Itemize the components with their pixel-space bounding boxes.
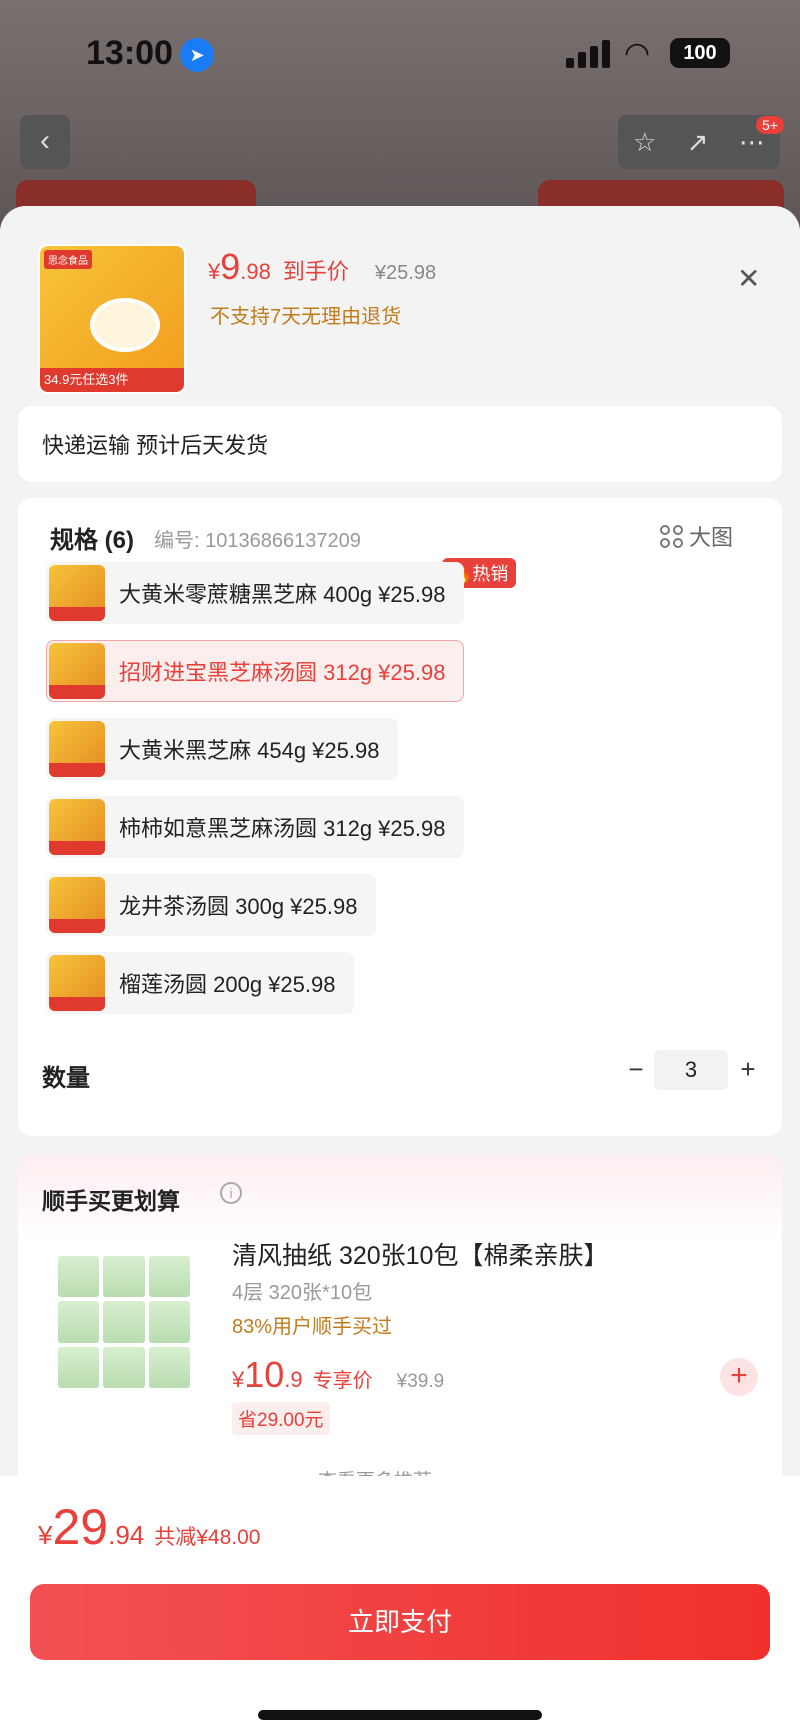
option-thumbnail xyxy=(49,721,105,777)
sku-sheet: 思念食品 34.9元任选3件 ¥ 9 .98 到手价 ¥25.98 不支持7天无… xyxy=(0,206,800,1733)
product-price: ¥ 9 .98 到手价 ¥25.98 xyxy=(208,246,436,288)
spec-card: 规格 (6) 编号: 10136866137209 大图 🔥热销 大黄米零蔗糖黑… xyxy=(18,498,782,1136)
spec-option[interactable]: 大黄米零蔗糖黑芝麻 400g ¥25.98 xyxy=(46,562,465,624)
status-time: 13:00 xyxy=(86,34,173,72)
location-icon: ➤ xyxy=(180,38,214,72)
total-integer: 29 xyxy=(52,1499,109,1555)
price-currency: ¥ xyxy=(208,259,221,284)
thumbnail-bowl-image xyxy=(90,298,160,352)
addon-save-tag: 省29.00元 xyxy=(232,1402,330,1435)
star-icon[interactable]: ☆ xyxy=(633,127,656,158)
quantity-label: 数量 xyxy=(42,1065,90,1092)
spec-code: 编号: 10136866137209 xyxy=(154,530,361,552)
quantity-decrease-button[interactable]: − xyxy=(624,1054,648,1085)
option-label: 榴莲汤圆 200g ¥25.98 xyxy=(119,972,336,997)
option-label: 柿柿如意黑芝麻汤圆 312g ¥25.98 xyxy=(119,816,446,841)
option-thumbnail xyxy=(49,565,105,621)
addon-product-name[interactable]: 清风抽纸 320张10包【棉柔亲肤】 xyxy=(232,1236,608,1272)
option-label: 大黄米黑芝麻 454g ¥25.98 xyxy=(119,738,380,763)
spec-option-selected[interactable]: 招财进宝黑芝麻汤圆 312g ¥25.98 xyxy=(46,640,465,702)
addon-price: ¥ 10 .9 专享价 ¥39.9 xyxy=(232,1354,444,1396)
close-icon[interactable]: ✕ xyxy=(737,262,760,295)
back-button[interactable]: ‹ xyxy=(20,115,70,169)
addon-price-decimal: .9 xyxy=(284,1367,303,1392)
shipping-card: 快递运输 预计后天发货 xyxy=(18,406,782,482)
price-integer: 9 xyxy=(220,246,241,287)
price-label: 到手价 xyxy=(282,259,349,284)
hot-badge-label: 热销 xyxy=(472,564,509,584)
wifi-icon: ◠ xyxy=(624,37,651,70)
big-view-label: 大图 xyxy=(689,525,734,550)
addon-purchase-rate: 83%用户顺手买过 xyxy=(232,1316,393,1338)
battery-indicator: 100 xyxy=(670,38,730,68)
quantity-increase-button[interactable]: + xyxy=(736,1054,760,1085)
grid-icon xyxy=(660,524,683,548)
option-thumbnail xyxy=(49,799,105,855)
option-thumbnail xyxy=(49,955,105,1011)
big-view-button[interactable]: 大图 xyxy=(660,520,733,552)
product-thumbnail[interactable]: 思念食品 34.9元任选3件 xyxy=(38,244,186,394)
sheet-header: 思念食品 34.9元任选3件 ¥ 9 .98 到手价 ¥25.98 不支持7天无… xyxy=(0,206,800,416)
quantity-input[interactable]: 3 xyxy=(654,1050,728,1090)
thumbnail-brand: 思念食品 xyxy=(44,250,92,269)
total-decimal: .94 xyxy=(108,1520,145,1550)
price-decimal: .98 xyxy=(240,259,271,284)
spec-option[interactable]: 榴莲汤圆 200g ¥25.98 xyxy=(46,952,355,1014)
total-savings: 共减¥48.00 xyxy=(154,1526,261,1549)
addon-add-button[interactable]: + xyxy=(720,1358,758,1396)
addon-original-price: ¥39.9 xyxy=(396,1371,445,1392)
option-label: 大黄米零蔗糖黑芝麻 400g ¥25.98 xyxy=(119,582,446,607)
total-currency: ¥ xyxy=(38,1520,53,1550)
addon-price-label: 专享价 xyxy=(312,1370,373,1392)
status-bar: 13:00 ➤ ◠ 100 xyxy=(0,0,800,110)
total-price: ¥ 29 .94 共减¥48.00 xyxy=(38,1498,260,1556)
pay-now-button[interactable]: 立即支付 xyxy=(30,1584,770,1660)
shipping-text: 快递运输 预计后天发货 xyxy=(42,433,269,458)
option-thumbnail xyxy=(49,643,105,699)
addon-price-integer: 10 xyxy=(244,1354,285,1395)
thumbnail-promo-tag: 34.9元任选3件 xyxy=(40,368,184,392)
info-icon[interactable]: i xyxy=(220,1182,242,1204)
addon-product-image[interactable] xyxy=(44,1242,204,1402)
spec-option[interactable]: 龙井茶汤圆 300g ¥25.98 xyxy=(46,874,377,936)
option-label: 招财进宝黑芝麻汤圆 312g ¥25.98 xyxy=(119,660,446,685)
option-thumbnail xyxy=(49,877,105,933)
message-badge: 5+ xyxy=(756,116,784,134)
signal-icon xyxy=(566,40,610,68)
home-indicator xyxy=(258,1710,542,1720)
spec-title: 规格 (6) xyxy=(50,527,134,554)
original-price: ¥25.98 xyxy=(374,262,437,284)
spec-option[interactable]: 大黄米黑芝麻 454g ¥25.98 xyxy=(46,718,399,780)
addon-price-currency: ¥ xyxy=(232,1367,245,1392)
option-label: 龙井茶汤圆 300g ¥25.98 xyxy=(119,894,358,919)
checkout-footer: ¥ 29 .94 共减¥48.00 立即支付 xyxy=(0,1476,800,1733)
chevron-left-icon: ‹ xyxy=(40,124,50,157)
spec-option[interactable]: 柿柿如意黑芝麻汤圆 312g ¥25.98 xyxy=(46,796,465,858)
addon-product-spec: 4层 320张*10包 xyxy=(232,1282,373,1304)
share-icon[interactable]: ↗ xyxy=(687,127,709,158)
return-policy-notice: 不支持7天无理由退货 xyxy=(210,306,402,328)
addon-title: 顺手买更划算 xyxy=(42,1188,180,1214)
